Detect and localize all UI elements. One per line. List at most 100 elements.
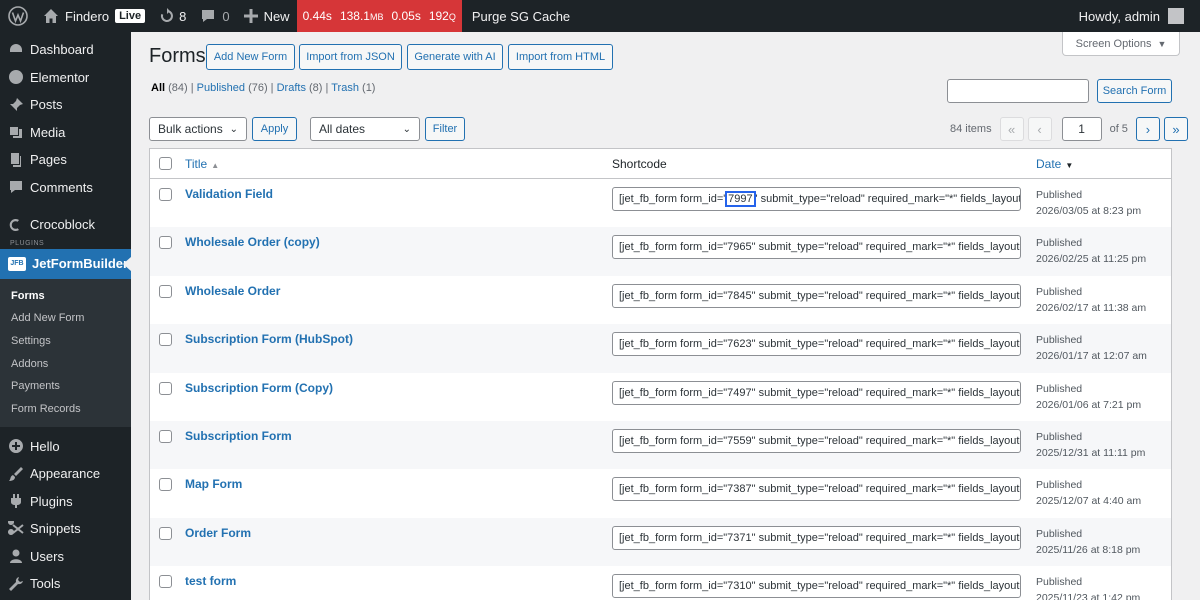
search-input[interactable]: [947, 79, 1089, 103]
apply-button[interactable]: Apply: [252, 117, 297, 141]
status-text: Published: [1036, 237, 1083, 250]
account-menu[interactable]: Howdy, admin: [1079, 8, 1200, 24]
sidebar-item-crocoblock[interactable]: Crocoblock: [0, 211, 131, 239]
shortcode-suffix: " submit_type="reload" required_mark="*"…: [751, 580, 1020, 593]
form-title-link[interactable]: test form: [185, 574, 236, 588]
sidebar-item-posts[interactable]: Posts: [0, 91, 131, 119]
generate-ai-button[interactable]: Generate with AI: [407, 44, 503, 70]
form-title-link[interactable]: Validation Field: [185, 187, 273, 201]
first-page-button[interactable]: «: [999, 117, 1024, 141]
sidebar-item-tools[interactable]: Tools: [0, 570, 131, 598]
row-checkbox[interactable]: [159, 478, 172, 492]
row-checkbox[interactable]: [159, 429, 172, 443]
sidebar-item-pages[interactable]: Pages: [0, 146, 131, 174]
new-label: New: [263, 8, 290, 24]
row-checkbox[interactable]: [159, 575, 172, 589]
qm-queries-value: 192: [428, 9, 449, 23]
form-title-link[interactable]: Subscription Form: [185, 429, 292, 443]
filter-published[interactable]: Published: [197, 82, 245, 94]
shortcode-field[interactable]: [jet_fb_form form_id="7497" submit_type=…: [612, 380, 1021, 405]
submenu-item-addons[interactable]: Addons: [0, 353, 131, 376]
form-title-link[interactable]: Wholesale Order (copy): [185, 235, 320, 249]
shortcode-field[interactable]: [jet_fb_form form_id="7845" submit_type=…: [612, 283, 1021, 308]
shortcode-field[interactable]: [jet_fb_form form_id="7997" submit_type=…: [612, 187, 1021, 211]
filter-trash[interactable]: Trash: [331, 82, 359, 94]
sidebar-item-label: Users: [30, 548, 64, 564]
filter-all[interactable]: All: [151, 82, 165, 94]
purge-cache-button[interactable]: Purge SG Cache: [462, 0, 577, 32]
row-checkbox[interactable]: [159, 236, 172, 250]
date-text: 2025/11/23 at 1:42 pm: [1036, 592, 1141, 600]
filter-button[interactable]: Filter: [425, 117, 465, 141]
sidebar-item-snippets[interactable]: Snippets: [0, 515, 131, 543]
date-column-header[interactable]: Date ▼: [1036, 157, 1073, 171]
form-title-link[interactable]: Order Form: [185, 526, 251, 540]
date-text: 2026/01/06 at 7:21 pm: [1036, 398, 1142, 411]
avatar: [1168, 8, 1184, 24]
bulk-actions-select[interactable]: Bulk actions ⌄: [149, 117, 247, 141]
updates-link[interactable]: 8: [152, 0, 193, 32]
sidebar-item-jetformbuilder[interactable]: JFB JetFormBuilder: [0, 248, 131, 279]
sidebar-item-elementor[interactable]: Elementor: [0, 64, 131, 92]
sidebar-item-media[interactable]: Media: [0, 119, 131, 147]
row-checkbox[interactable]: [159, 526, 172, 540]
row-checkbox[interactable]: [159, 333, 172, 347]
title-column-header[interactable]: Title ▲: [185, 157, 219, 171]
sidebar-item-dashboard[interactable]: Dashboard: [0, 36, 131, 64]
submenu-item-payments[interactable]: Payments: [0, 375, 131, 398]
shortcode-suffix: " submit_type="reload" required_mark="*"…: [751, 483, 1020, 496]
shortcode-suffix: " submit_type="reload" required_mark="*"…: [751, 386, 1020, 399]
filter-trash-count: (1): [362, 82, 376, 94]
date-column-label: Date: [1036, 157, 1062, 171]
screen-options-button[interactable]: Screen Options ▼: [1062, 32, 1180, 56]
wordpress-logo-icon[interactable]: [0, 0, 36, 32]
shortcode-field[interactable]: [jet_fb_form form_id="7371" submit_type=…: [612, 525, 1021, 550]
next-page-button[interactable]: ›: [1135, 117, 1160, 141]
search-form-button[interactable]: Search Form: [1097, 79, 1172, 103]
date-cell: Published 2025/12/31 at 11:11 pm: [1036, 429, 1145, 461]
add-new-form-button[interactable]: Add New Form: [206, 44, 295, 70]
form-title-link[interactable]: Map Form: [185, 477, 242, 491]
table-header: Title ▲ Shortcode Date ▼: [150, 149, 1171, 179]
sidebar-item-hello[interactable]: Hello: [0, 433, 131, 461]
sidebar-item-plugins[interactable]: Plugins: [0, 488, 131, 516]
import-json-button[interactable]: Import from JSON: [299, 44, 402, 70]
qm-time: 0.44s: [302, 9, 332, 23]
new-content-link[interactable]: New: [237, 0, 297, 32]
brush-icon: [8, 466, 24, 482]
sidebar-item-comments[interactable]: Comments: [0, 174, 131, 202]
query-monitor-stats[interactable]: 0.44s 138.1MB 0.05s 192Q: [296, 0, 462, 32]
submenu-item-add-new-form[interactable]: Add New Form: [0, 307, 131, 330]
form-title-link[interactable]: Wholesale Order: [185, 284, 280, 298]
shortcode-field[interactable]: [jet_fb_form form_id="7965" submit_type=…: [612, 235, 1021, 260]
form-title-link[interactable]: Subscription Form (HubSpot): [185, 332, 353, 346]
row-checkbox[interactable]: [159, 381, 172, 395]
submenu-item-settings[interactable]: Settings: [0, 330, 131, 353]
status-text: Published: [1036, 430, 1083, 443]
date-cell: Published 2026/03/05 at 8:23 pm: [1036, 187, 1141, 219]
tools-icon: [8, 576, 24, 592]
table-row: Order Form [jet_fb_form form_id="7371" su…: [150, 517, 1171, 567]
filter-drafts[interactable]: Drafts: [277, 82, 306, 94]
shortcode-suffix: " submit_type="reload" required_mark="*"…: [751, 338, 1020, 351]
current-page-input[interactable]: 1: [1061, 117, 1102, 141]
shortcode-field[interactable]: [jet_fb_form form_id="7387" submit_type=…: [612, 477, 1021, 502]
submenu-item-form-records[interactable]: Form Records: [0, 398, 131, 421]
shortcode-field[interactable]: [jet_fb_form form_id="7623" submit_type=…: [612, 332, 1021, 357]
form-title-link[interactable]: Subscription Form (Copy): [185, 381, 333, 395]
sidebar-item-users[interactable]: Users: [0, 543, 131, 571]
select-all-checkbox[interactable]: [159, 157, 172, 170]
sidebar-item-appearance[interactable]: Appearance: [0, 460, 131, 488]
shortcode-field[interactable]: [jet_fb_form form_id="7310" submit_type=…: [612, 574, 1021, 599]
comments-link[interactable]: 0: [193, 0, 236, 32]
shortcode-field[interactable]: [jet_fb_form form_id="7559" submit_type=…: [612, 428, 1021, 453]
site-name-link[interactable]: Findero Live: [36, 0, 152, 32]
prev-page-button[interactable]: ‹: [1027, 117, 1052, 141]
dates-select[interactable]: All dates ⌄: [310, 117, 420, 141]
last-page-button[interactable]: »: [1163, 117, 1188, 141]
import-html-button[interactable]: Import from HTML: [508, 44, 613, 70]
shortcode-suffix: " submit_type="reload" required_mark="*"…: [751, 434, 1020, 447]
submenu-item-forms[interactable]: Forms: [0, 285, 131, 308]
row-checkbox[interactable]: [159, 284, 172, 298]
row-checkbox[interactable]: [159, 188, 172, 201]
